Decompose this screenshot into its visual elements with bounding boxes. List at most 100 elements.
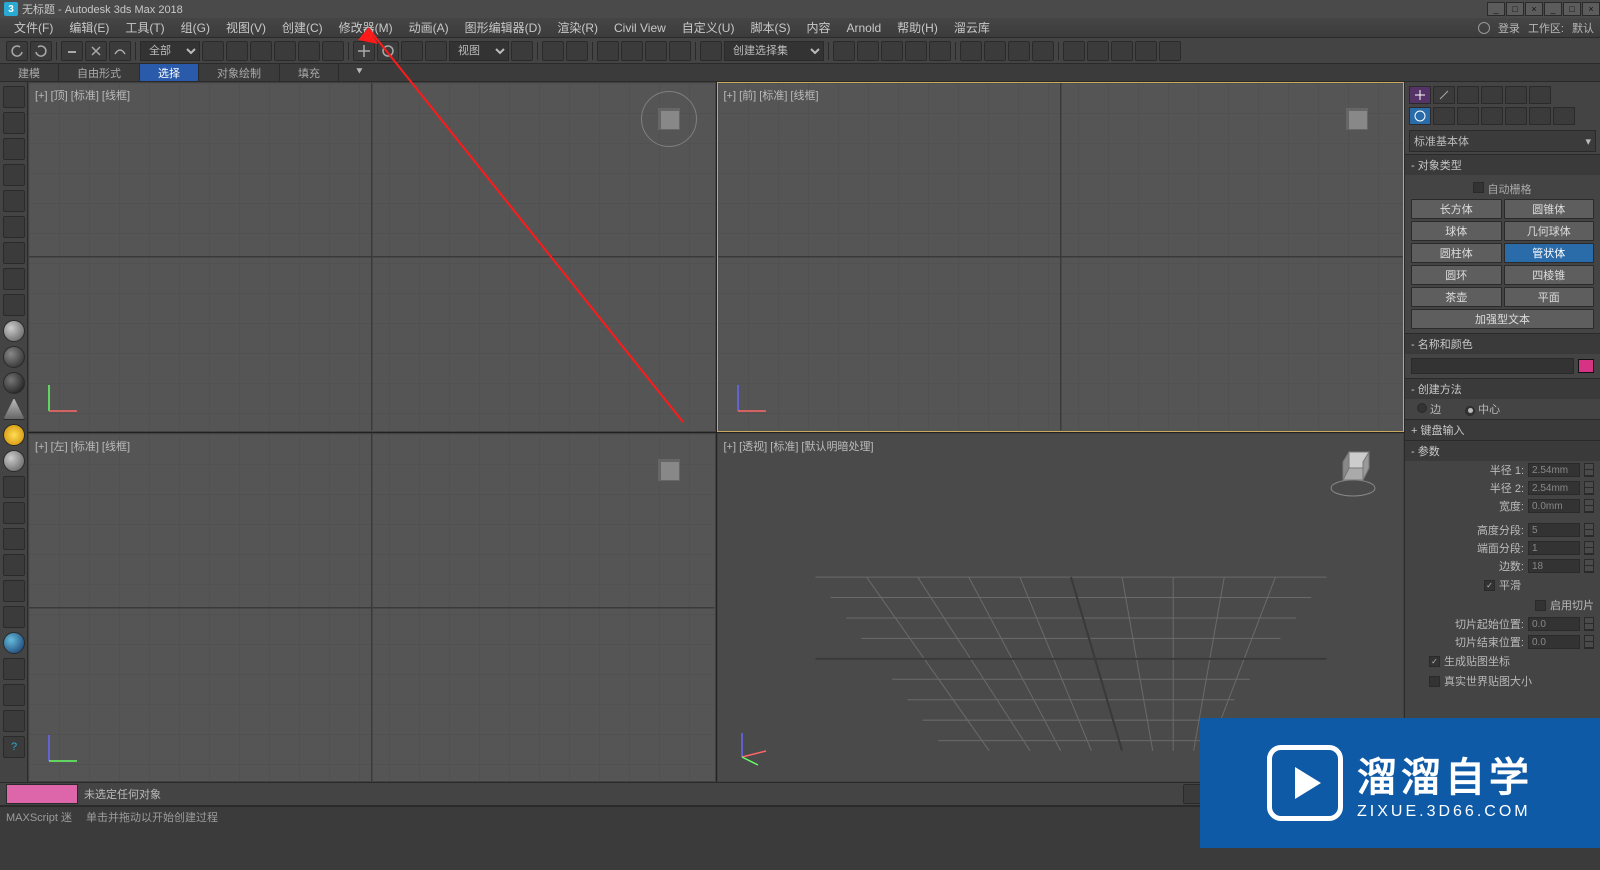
render-setup-button[interactable] [984,41,1006,61]
curve-editor-button[interactable] [905,41,927,61]
shapes-subtab[interactable] [1433,107,1455,125]
keyboard-shortcut-button[interactable] [566,41,588,61]
motion-tab[interactable] [1481,86,1503,104]
rollout-params[interactable]: - 参数 [1405,440,1600,461]
slicefrom-spin-btns[interactable] [1584,617,1594,631]
viewcube-left[interactable] [641,442,697,498]
viewcube-top[interactable] [641,91,697,147]
btn-pyramid[interactable]: 四棱锥 [1504,265,1595,285]
menu-arnold[interactable]: Arnold [838,18,889,37]
maxscript-label[interactable]: MAXScript 迷 [6,809,72,825]
select-region-fence-button[interactable] [298,41,320,61]
lt-hierarchy-icon[interactable] [3,216,25,238]
teapot3-icon[interactable] [1111,41,1133,61]
systems-subtab[interactable] [1553,107,1575,125]
btn-textplus[interactable]: 加强型文本 [1411,309,1594,329]
selection-filter[interactable]: 全部 [140,41,200,61]
category-dropdown[interactable]: 标准基本体▾ [1409,130,1596,152]
menu-modifiers[interactable]: 修改器(M) [331,18,401,37]
undo-button[interactable] [6,41,28,61]
r1-spin-btns[interactable] [1584,463,1594,477]
viewcube-persp[interactable] [1325,444,1381,500]
user-icon[interactable] [1478,22,1490,34]
select-name-button[interactable] [226,41,248,61]
menu-edit[interactable]: 编辑(E) [61,18,117,37]
lt-help-icon[interactable]: ? [3,736,25,758]
lt-cone-icon[interactable] [3,398,25,420]
workspace-value[interactable]: 默认 [1572,20,1594,36]
edit-named-sel-button[interactable] [700,41,722,61]
named-selection-set[interactable]: 创建选择集 [724,41,824,61]
lt-sphere-blue-icon[interactable] [3,632,25,654]
ribbon-expand-icon[interactable]: ⯆ [355,66,364,79]
lt-grid2-icon[interactable] [3,138,25,160]
hs-spin-btns[interactable] [1584,523,1594,537]
btn-plane[interactable]: 平面 [1504,287,1595,307]
angle-snap-button[interactable] [621,41,643,61]
lt-wand-icon[interactable] [3,502,25,524]
teapot4-icon[interactable] [1135,41,1157,61]
tab-freeform[interactable]: 自由形式 [59,64,140,81]
select-manipulate-button[interactable] [542,41,564,61]
lt-knot-icon[interactable] [3,580,25,602]
material-editor-button[interactable] [960,41,982,61]
selection-color-swatch[interactable] [6,784,78,804]
slice-from-spinner[interactable]: 0.0 [1528,617,1580,631]
close-button[interactable]: × [1525,2,1543,16]
menu-civil[interactable]: Civil View [606,18,674,37]
sides-spinner[interactable]: 18 [1528,559,1580,573]
use-pivot-button[interactable] [511,41,533,61]
lt-light-icon[interactable] [3,190,25,212]
menu-help[interactable]: 帮助(H) [889,18,946,37]
mapcoords-checkbox[interactable] [1429,656,1440,667]
placement-button[interactable] [425,41,447,61]
lt-teapot-icon[interactable] [3,86,25,108]
menu-cloud[interactable]: 溜云库 [946,18,998,37]
lt-globe-icon[interactable] [3,658,25,680]
redo-button[interactable] [30,41,52,61]
hierarchy-tab[interactable] [1457,86,1479,104]
r2-spin-btns[interactable] [1584,481,1594,495]
lt-person-icon[interactable] [3,528,25,550]
h-spin-btns[interactable] [1584,499,1594,513]
sliceto-spin-btns[interactable] [1584,635,1594,649]
btn-box[interactable]: 长方体 [1411,199,1502,219]
menu-views[interactable]: 视图(V) [218,18,274,37]
snap-toggle-button[interactable] [597,41,619,61]
tab-model[interactable]: 建模 [0,64,59,81]
viewcube-front[interactable] [1329,91,1385,147]
render-button[interactable] [1032,41,1054,61]
menu-content[interactable]: 内容 [798,18,838,37]
btn-sphere[interactable]: 球体 [1411,221,1502,241]
tab-paint[interactable]: 对象绘制 [199,64,280,81]
select-region-circle-button[interactable] [274,41,296,61]
btn-cone[interactable]: 圆锥体 [1504,199,1595,219]
slice-to-spinner[interactable]: 0.0 [1528,635,1580,649]
sides-spin-btns[interactable] [1584,559,1594,573]
cs-spin-btns[interactable] [1584,541,1594,555]
modify-tab[interactable] [1433,86,1455,104]
rotate-button[interactable] [377,41,399,61]
helpers-subtab[interactable] [1505,107,1527,125]
lt-world-icon[interactable] [3,242,25,264]
menu-tools[interactable]: 工具(T) [117,18,172,37]
menu-customize[interactable]: 自定义(U) [674,18,743,37]
render-frame-button[interactable] [1008,41,1030,61]
select-object-button[interactable] [202,41,224,61]
lt-sun-icon[interactable] [3,424,25,446]
autogrid-checkbox[interactable] [1473,182,1484,193]
viewport-persp-label[interactable]: [+] [透视] [标准] [默认明暗处理] [724,438,874,454]
tab-fill[interactable]: 填充 [280,64,339,81]
tab-select[interactable]: 选择 [140,64,199,81]
slice-checkbox[interactable] [1535,600,1546,611]
teapot5-icon[interactable] [1159,41,1181,61]
restore-button[interactable]: □ [1506,2,1524,16]
rollout-name[interactable]: - 名称和颜色 [1405,333,1600,354]
r2-spinner[interactable]: 2.54mm [1528,481,1580,495]
create-tab[interactable] [1409,86,1431,104]
lt-chain-icon[interactable] [3,684,25,706]
teapot1-icon[interactable] [1063,41,1085,61]
method-edge-radio[interactable] [1417,403,1427,413]
lt-box-icon[interactable] [3,294,25,316]
viewport-left-label[interactable]: [+] [左] [标准] [线框] [35,438,130,454]
